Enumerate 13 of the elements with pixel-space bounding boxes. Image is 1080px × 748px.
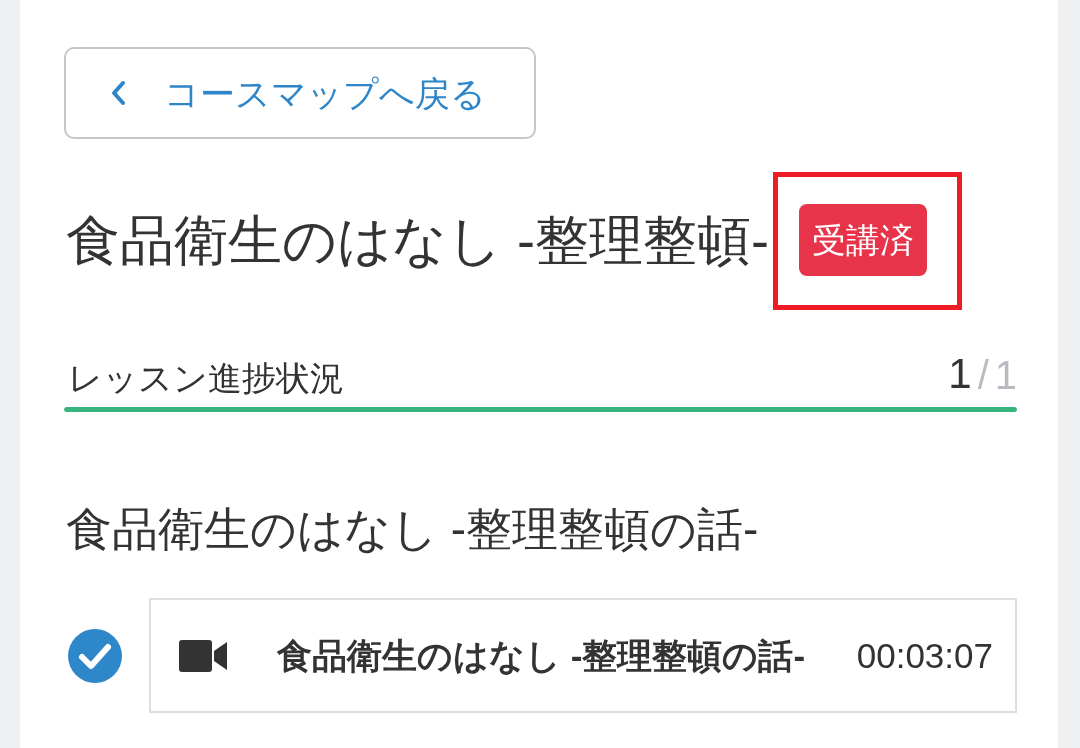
total-count: 1: [994, 355, 1017, 395]
status-badge: 受講済: [798, 204, 927, 276]
lesson-title: 食品衛生のはなし -整理整頓の話-: [277, 638, 806, 673]
count-separator: /: [977, 355, 989, 395]
lesson-duration: 00:03:07: [856, 638, 993, 673]
chevron-left-icon: [110, 80, 126, 106]
course-title: 食品衛生のはなし -整理整頓-: [65, 213, 769, 267]
section-title: 食品衛生のはなし -整理整頓の話-: [65, 506, 760, 552]
completed-count: 1: [948, 353, 972, 395]
progress-label: レッスン進捗状況: [68, 361, 344, 395]
back-button[interactable]: コースマップへ戻る: [64, 47, 536, 139]
video-camera-icon: [179, 639, 227, 672]
lesson-card[interactable]: 食品衛生のはなし -整理整頓の話- 00:03:07: [149, 598, 1017, 713]
